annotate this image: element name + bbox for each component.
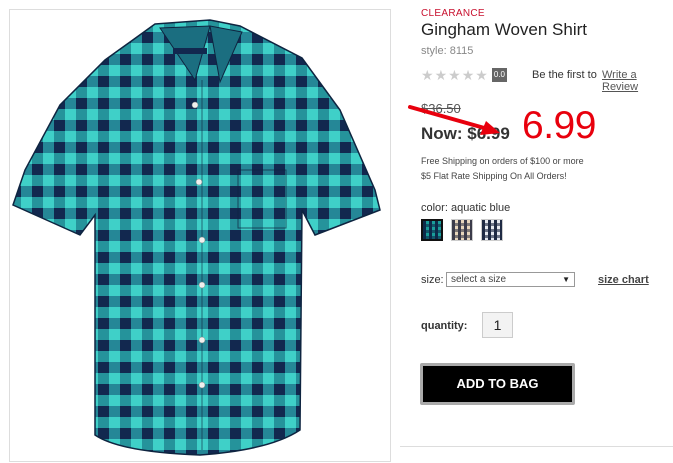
product-title: Gingham Woven Shirt xyxy=(421,20,587,39)
rating-value-badge: 0.0 xyxy=(491,68,507,82)
product-image[interactable] xyxy=(9,9,391,462)
star-icon: ★ xyxy=(448,67,461,83)
color-label: color: aquatic blue xyxy=(421,202,511,214)
free-shipping-note: Free Shipping on orders of $100 or more xyxy=(421,156,584,166)
divider xyxy=(400,446,673,447)
star-icon: ★ xyxy=(475,67,488,83)
star-icon: ★ xyxy=(434,67,448,83)
shirt-illustration xyxy=(12,19,381,456)
add-to-bag-button[interactable]: ADD TO BAG xyxy=(420,363,575,405)
rating-stars: ★ ★ ★ ★ ★ 0.0 xyxy=(421,67,507,83)
quantity-label: quantity: xyxy=(421,320,468,332)
size-chart-link[interactable]: size chart xyxy=(598,274,649,286)
color-swatch-tan[interactable] xyxy=(451,219,473,241)
annotated-price: 6.99 xyxy=(522,104,596,147)
quantity-input[interactable]: 1 xyxy=(482,312,513,338)
color-swatch-navy[interactable] xyxy=(481,219,503,241)
red-arrow-icon xyxy=(408,105,500,135)
size-select[interactable]: select a size ▼ xyxy=(446,272,575,287)
star-icon: ★ xyxy=(461,67,475,83)
style-number: style: 8115 xyxy=(421,45,474,57)
review-prompt: Be the first to xyxy=(532,69,597,81)
color-swatch-aquatic-blue[interactable] xyxy=(421,219,443,241)
caret-down-icon: ▼ xyxy=(562,275,570,284)
clearance-badge: CLEARANCE xyxy=(421,8,485,19)
flat-rate-shipping-note: $5 Flat Rate Shipping On All Orders! xyxy=(421,171,567,181)
size-select-value: select a size xyxy=(451,274,507,285)
star-icon: ★ xyxy=(421,67,434,83)
size-label: size: xyxy=(421,274,444,286)
write-review-link[interactable]: Write a Review xyxy=(602,69,673,93)
